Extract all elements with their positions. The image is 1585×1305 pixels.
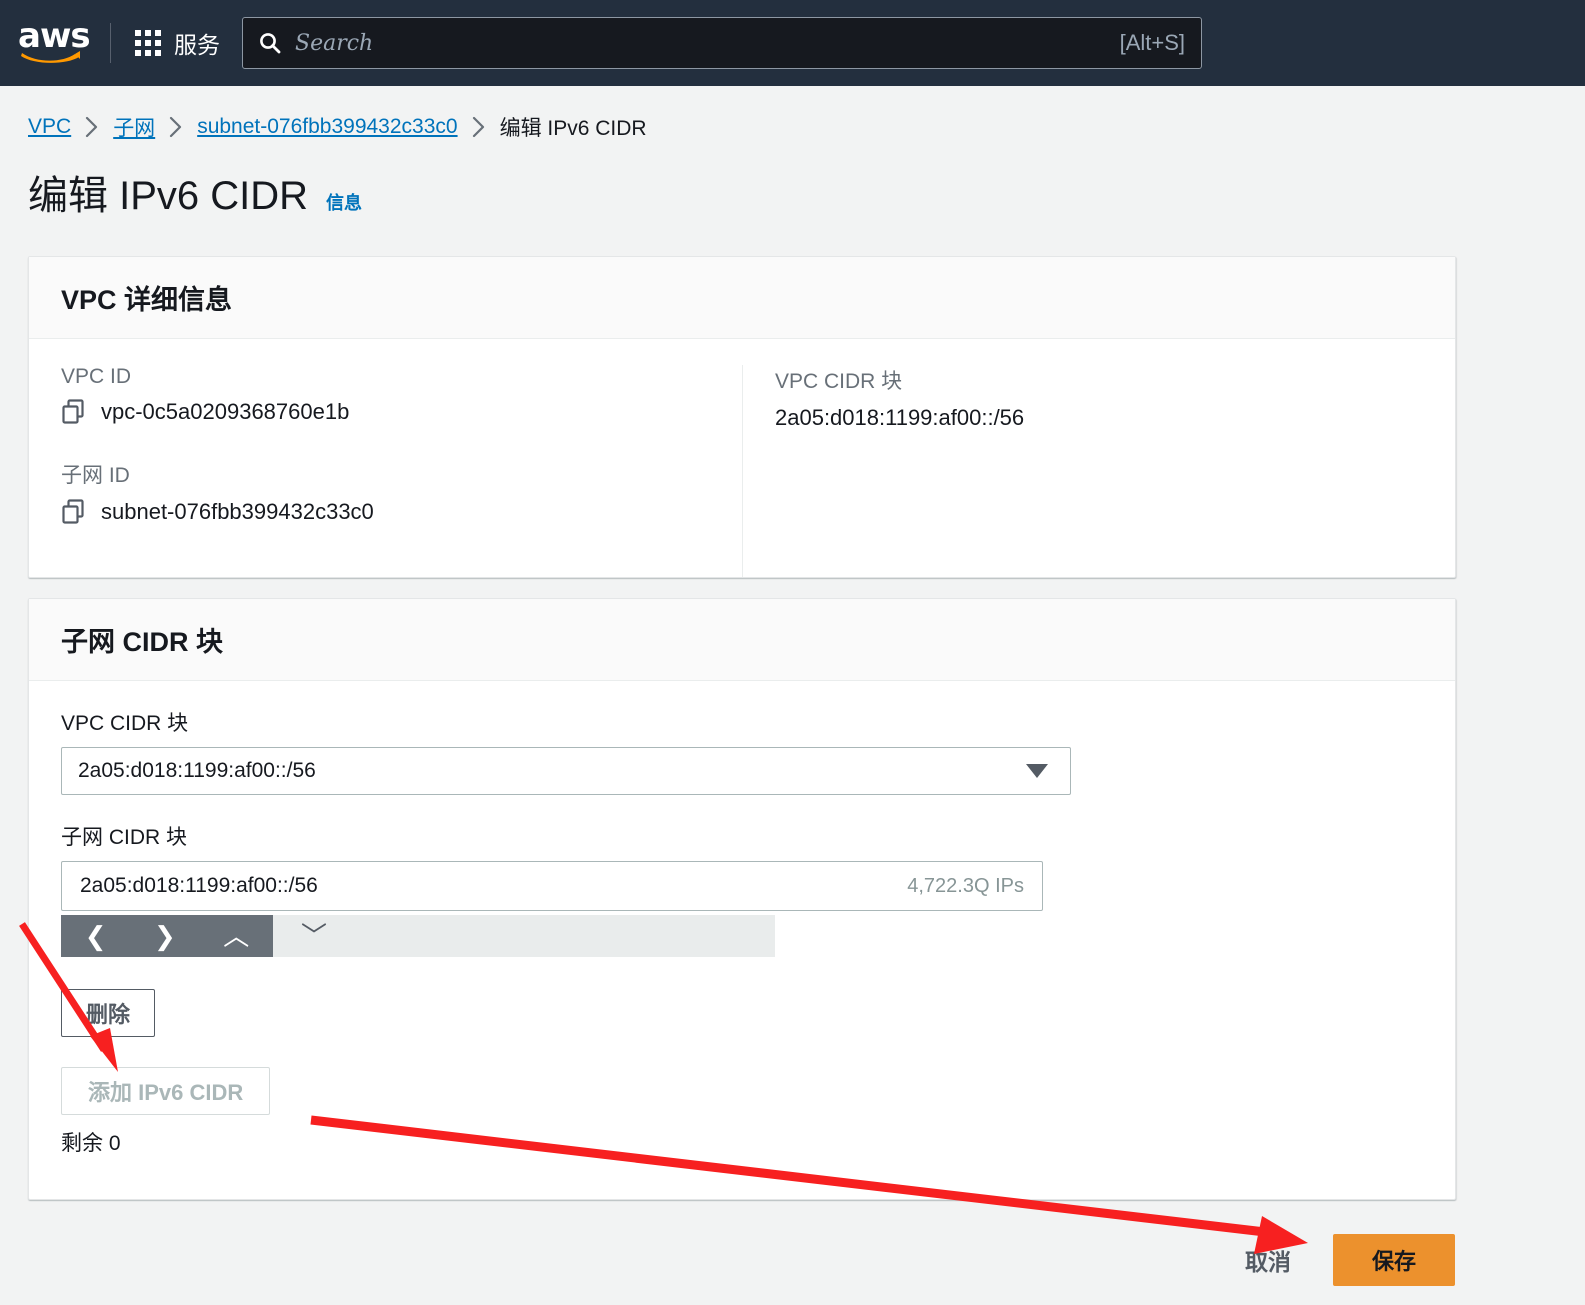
delete-button[interactable]: 删除 <box>61 989 156 1037</box>
subnet-id-row: subnet-076fbb399432c33c0 <box>61 499 710 525</box>
vpc-id-row: vpc-0c5a0209368760e1b <box>61 399 710 425</box>
subnet-cidr-card-header: 子网 CIDR 块 <box>29 599 1455 681</box>
breadcrumb: VPC 子网 subnet-076fbb399432c33c0 编辑 IPv6 … <box>28 112 647 142</box>
grid-icon <box>135 30 161 56</box>
breadcrumb-item-subnet-id[interactable]: subnet-076fbb399432c33c0 <box>197 115 457 139</box>
chevron-right-icon[interactable]: ❯ <box>154 923 176 949</box>
remaining-count-label: 剩余 0 <box>61 1132 121 1155</box>
vpc-details-card-title: VPC 详细信息 <box>61 285 233 315</box>
breadcrumb-item-current: 编辑 IPv6 CIDR <box>499 117 647 140</box>
chevron-up-icon[interactable]: ︿ <box>223 923 249 949</box>
subnet-id-value: subnet-076fbb399432c33c0 <box>101 499 374 524</box>
subnet-cidr-input-value: 2a05:d018:1199:af00::/56 <box>80 874 318 897</box>
page-title: 编辑 IPv6 CIDR <box>28 174 309 218</box>
vpc-cidr-row: 2a05:d018:1199:af00::/56 <box>775 405 1423 431</box>
ime-nav-expand-area: ﹀ <box>273 915 775 957</box>
copy-icon[interactable] <box>61 499 85 525</box>
search-bar[interactable]: Search [Alt+S] <box>242 17 1202 69</box>
vpc-details-card-header: VPC 详细信息 <box>29 257 1455 339</box>
cancel-button[interactable]: 取消 <box>1245 1243 1291 1277</box>
vpc-cidr-select-value: 2a05:d018:1199:af00::/56 <box>78 759 316 782</box>
vpc-id-label: VPC ID <box>61 365 132 388</box>
chevron-right-icon <box>169 116 183 138</box>
copy-icon[interactable] <box>61 399 85 425</box>
search-input[interactable]: Search <box>295 31 1120 56</box>
chevron-down-icon <box>1026 764 1048 778</box>
ime-nav-buttons: ❮ ❯ ︿ <box>61 915 273 957</box>
vpc-details-left-column: VPC ID vpc-0c5a0209368760e1b 子网 ID subne… <box>29 365 742 577</box>
subnet-cidr-ip-count: 4,722.3Q IPs <box>907 874 1024 897</box>
nav-divider <box>110 23 111 63</box>
search-shortcut-hint: [Alt+S] <box>1119 30 1185 55</box>
subnet-cidr-card-title: 子网 CIDR 块 <box>61 627 223 657</box>
footer-actions: 取消 保存 <box>0 1215 1585 1305</box>
vpc-cidr-value: 2a05:d018:1199:af00::/56 <box>775 405 1025 430</box>
info-link[interactable]: 信息 <box>326 189 362 215</box>
vpc-cidr-label: VPC CIDR 块 <box>775 370 903 393</box>
breadcrumb-item-subnets[interactable]: 子网 <box>113 112 155 142</box>
subnet-cidr-form: VPC CIDR 块 2a05:d018:1199:af00::/56 子网 C… <box>29 681 1455 1157</box>
subnet-cidr-input[interactable]: 2a05:d018:1199:af00::/56 4,722.3Q IPs <box>61 861 1043 911</box>
chevron-right-icon <box>85 116 99 138</box>
vpc-cidr-select[interactable]: 2a05:d018:1199:af00::/56 <box>61 747 1071 795</box>
chevron-down-icon[interactable]: ﹀ <box>301 923 327 949</box>
vpc-details-grid: VPC ID vpc-0c5a0209368760e1b 子网 ID subne… <box>29 339 1455 577</box>
services-menu-label: 服务 <box>174 32 220 58</box>
breadcrumb-item-vpc[interactable]: VPC <box>28 115 71 139</box>
subnet-cidr-card: 子网 CIDR 块 VPC CIDR 块 2a05:d018:1199:af00… <box>28 598 1456 1200</box>
add-ipv6-cidr-button[interactable]: 添加 IPv6 CIDR <box>61 1067 271 1115</box>
chevron-left-icon[interactable]: ❮ <box>85 923 107 949</box>
top-navigation-bar: aws 服务 Search [Alt+S] <box>0 0 1585 86</box>
vpc-details-card: VPC 详细信息 VPC ID vpc-0c5a0209368760e1b 子网… <box>28 256 1456 578</box>
subnet-id-label: 子网 ID <box>61 464 130 487</box>
search-icon <box>260 33 281 54</box>
services-menu-button[interactable]: 服务 <box>135 26 220 60</box>
vpc-id-value: vpc-0c5a0209368760e1b <box>101 399 350 424</box>
add-button-wrapper: 添加 IPv6 CIDR <box>61 1067 1423 1115</box>
chevron-right-icon <box>472 116 486 138</box>
aws-logo-text: aws <box>18 16 91 56</box>
page-title-row: 编辑 IPv6 CIDR 信息 <box>28 172 362 220</box>
save-button[interactable]: 保存 <box>1332 1234 1455 1286</box>
aws-logo[interactable]: aws <box>18 16 91 65</box>
vpc-details-right-column: VPC CIDR 块 2a05:d018:1199:af00::/56 <box>742 365 1455 577</box>
delete-button-wrapper: 删除 <box>61 989 1423 1037</box>
ime-navigation-strip: ❮ ❯ ︿ ﹀ <box>61 915 775 957</box>
subnet-cidr-input-label: 子网 CIDR 块 <box>61 826 187 849</box>
vpc-cidr-select-label: VPC CIDR 块 <box>61 712 189 735</box>
aws-smile-icon <box>21 51 80 63</box>
